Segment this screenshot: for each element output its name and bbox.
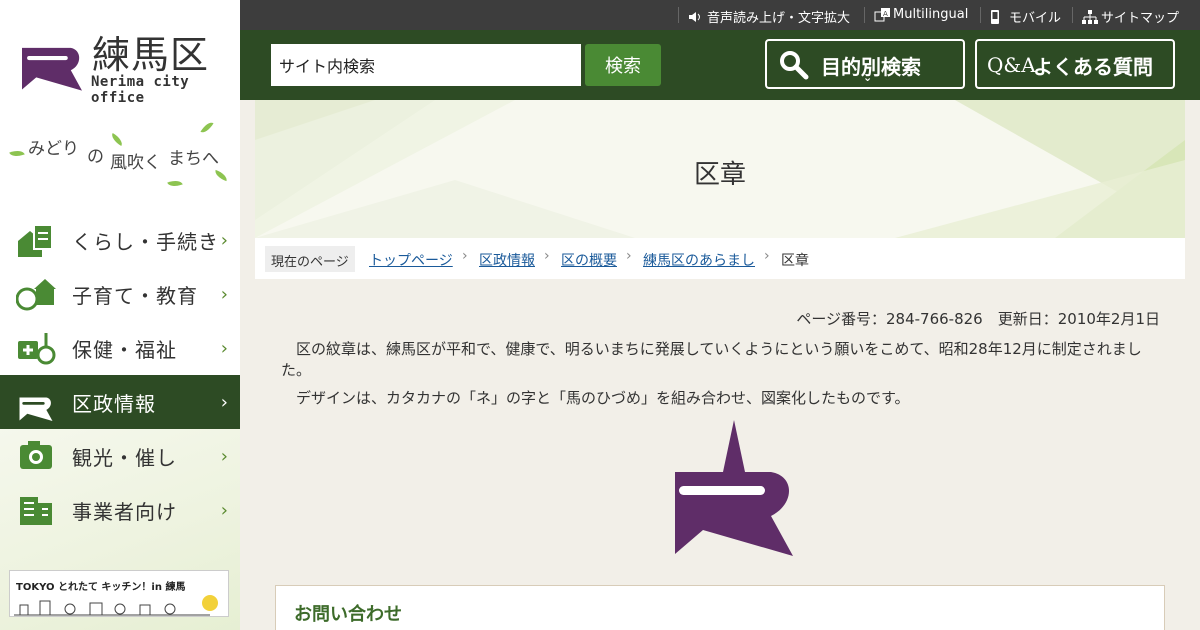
mobile-phone-icon <box>990 9 1004 24</box>
contact-heading: お問い合わせ <box>294 604 402 625</box>
nav-label: 保健・福祉 <box>72 338 177 362</box>
qa-icon: Q&A <box>987 53 1036 77</box>
translate-icon: A <box>874 7 890 22</box>
chevron-right-icon: › <box>462 248 468 264</box>
nav-label: 観光・催し <box>72 446 177 470</box>
mobile-label: モバイル <box>1009 11 1062 26</box>
breadcrumb-link[interactable]: トップページ <box>369 250 453 270</box>
breadcrumb-link[interactable]: 区政情報 <box>479 250 535 270</box>
chevron-right-icon: › <box>220 446 228 467</box>
house-document-icon <box>18 224 53 257</box>
banner-text: TOKYO とれたて キッチン！in 練馬 <box>16 582 186 593</box>
chevron-right-icon: › <box>626 248 632 264</box>
chevron-down-icon: ⌄ <box>863 71 873 84</box>
multilingual-label: Multilingual <box>893 7 969 22</box>
page-meta: ページ番号：284-766-826 更新日：2010年2月1日 <box>796 310 1160 328</box>
utility-bar: 音声読み上げ・文字拡大 A Multilingual モバイル サイトマップ <box>240 0 1200 30</box>
faq-button[interactable]: Q&A よくある質問 <box>975 39 1175 89</box>
logo-subtitle: Nerima city office <box>91 74 190 106</box>
sitemap-label: サイトマップ <box>1101 11 1180 26</box>
chevron-right-icon: › <box>220 338 228 359</box>
sitemap-icon <box>1082 9 1098 24</box>
main-content: 区章 現在のページ トップページ › 区政情報 › 区の概要 › 練馬区のあらま… <box>255 100 1185 630</box>
page-title: 区章 <box>693 160 746 190</box>
sidebar: 練馬区 Nerima city office みどり の 風吹く まちへ くらし… <box>0 0 240 630</box>
nav-item-ward-government[interactable]: 区政情報 › <box>0 375 240 429</box>
voice-reader-link[interactable]: 音声読み上げ・文字拡大 <box>688 7 850 26</box>
nav-item-living[interactable]: くらし・手続き › <box>0 213 240 267</box>
speaker-icon <box>688 10 702 24</box>
main-nav: くらし・手続き › 子育て・教育 › 保健・福祉 › 区政情報 › 観光・催し … <box>0 213 240 537</box>
nav-label: 区政情報 <box>72 392 156 416</box>
page-hero: 区章 <box>255 100 1185 238</box>
voice-reader-label: 音声読み上げ・文字拡大 <box>707 11 851 26</box>
leaf-decoration <box>9 147 25 160</box>
chevron-right-icon: › <box>544 248 550 264</box>
nav-label: 事業者向け <box>72 500 177 524</box>
nav-label: 子育て・教育 <box>72 284 198 308</box>
chevron-right-icon: › <box>220 392 228 413</box>
chevron-right-icon: › <box>764 248 770 264</box>
divider <box>864 7 865 23</box>
slogan-part: の <box>87 147 104 167</box>
slogan-part: まちへ <box>168 149 219 169</box>
nav-item-health[interactable]: 保健・福祉 › <box>0 321 240 375</box>
nav-item-business[interactable]: 事業者向け › <box>0 483 240 537</box>
search-icon <box>780 51 809 80</box>
slogan: みどり の 風吹く まちへ <box>0 118 240 193</box>
chevron-right-icon: › <box>220 500 228 521</box>
breadcrumb: 現在のページ トップページ › 区政情報 › 区の概要 › 練馬区のあらまし ›… <box>255 238 1185 279</box>
nav-item-childcare[interactable]: 子育て・教育 › <box>0 267 240 321</box>
multilingual-link[interactable]: A Multilingual <box>874 7 968 22</box>
sitemap-link[interactable]: サイトマップ <box>1082 7 1179 26</box>
logo-name: 練馬区 <box>92 33 210 77</box>
ward-emblem-icon <box>19 383 53 421</box>
svg-text:A: A <box>883 10 888 18</box>
leaf-decoration <box>200 119 214 136</box>
medical-wheelchair-icon <box>18 333 56 365</box>
camera-icon <box>20 441 52 469</box>
site-search-input[interactable] <box>271 44 581 86</box>
divider <box>678 7 679 23</box>
chevron-right-icon: › <box>220 230 228 251</box>
slogan-part: みどり <box>28 139 79 159</box>
building-icon <box>20 497 52 525</box>
breadcrumb-link[interactable]: 区の概要 <box>561 250 617 270</box>
nav-label: くらし・手続き <box>72 230 219 254</box>
ward-emblem-logo-icon <box>22 21 82 91</box>
search-button[interactable]: 検索 <box>585 44 661 86</box>
contact-section: お問い合わせ <box>275 585 1165 630</box>
breadcrumb-link[interactable]: 練馬区のあらまし <box>643 250 755 270</box>
leaf-decoration <box>213 169 229 182</box>
purpose-search-button[interactable]: 目的別検索 ⌄ <box>765 39 965 89</box>
faq-label: よくある質問 <box>1033 55 1153 79</box>
breadcrumb-label: 現在のページ <box>265 246 355 272</box>
site-logo[interactable]: 練馬区 Nerima city office <box>18 18 223 106</box>
leaf-decoration <box>109 132 125 147</box>
child-school-icon <box>16 279 56 311</box>
body-paragraph: デザインは、カタカナの「ネ」の字と「馬のひづめ」を組み合わせ、図案化したものです… <box>296 389 910 407</box>
body-paragraph: 区の紋章は、練馬区が平和で、健康で、明るいまちに発展していくようにという願いをこ… <box>281 340 1142 379</box>
header: 検索 目的別検索 ⌄ Q&A よくある質問 <box>240 30 1200 100</box>
breadcrumb-current: 区章 <box>781 253 809 269</box>
divider <box>1072 7 1073 23</box>
banner-illustration-icon <box>14 595 218 616</box>
chevron-right-icon: › <box>220 284 228 305</box>
divider <box>980 7 981 23</box>
tokyo-kitchen-banner[interactable]: TOKYO とれたて キッチン！in 練馬 <box>9 570 229 617</box>
nav-item-tourism[interactable]: 観光・催し › <box>0 429 240 483</box>
slogan-part: 風吹く <box>110 153 161 173</box>
mobile-link[interactable]: モバイル <box>990 7 1061 26</box>
leaf-decoration <box>167 177 183 190</box>
ward-emblem-image <box>675 420 793 556</box>
